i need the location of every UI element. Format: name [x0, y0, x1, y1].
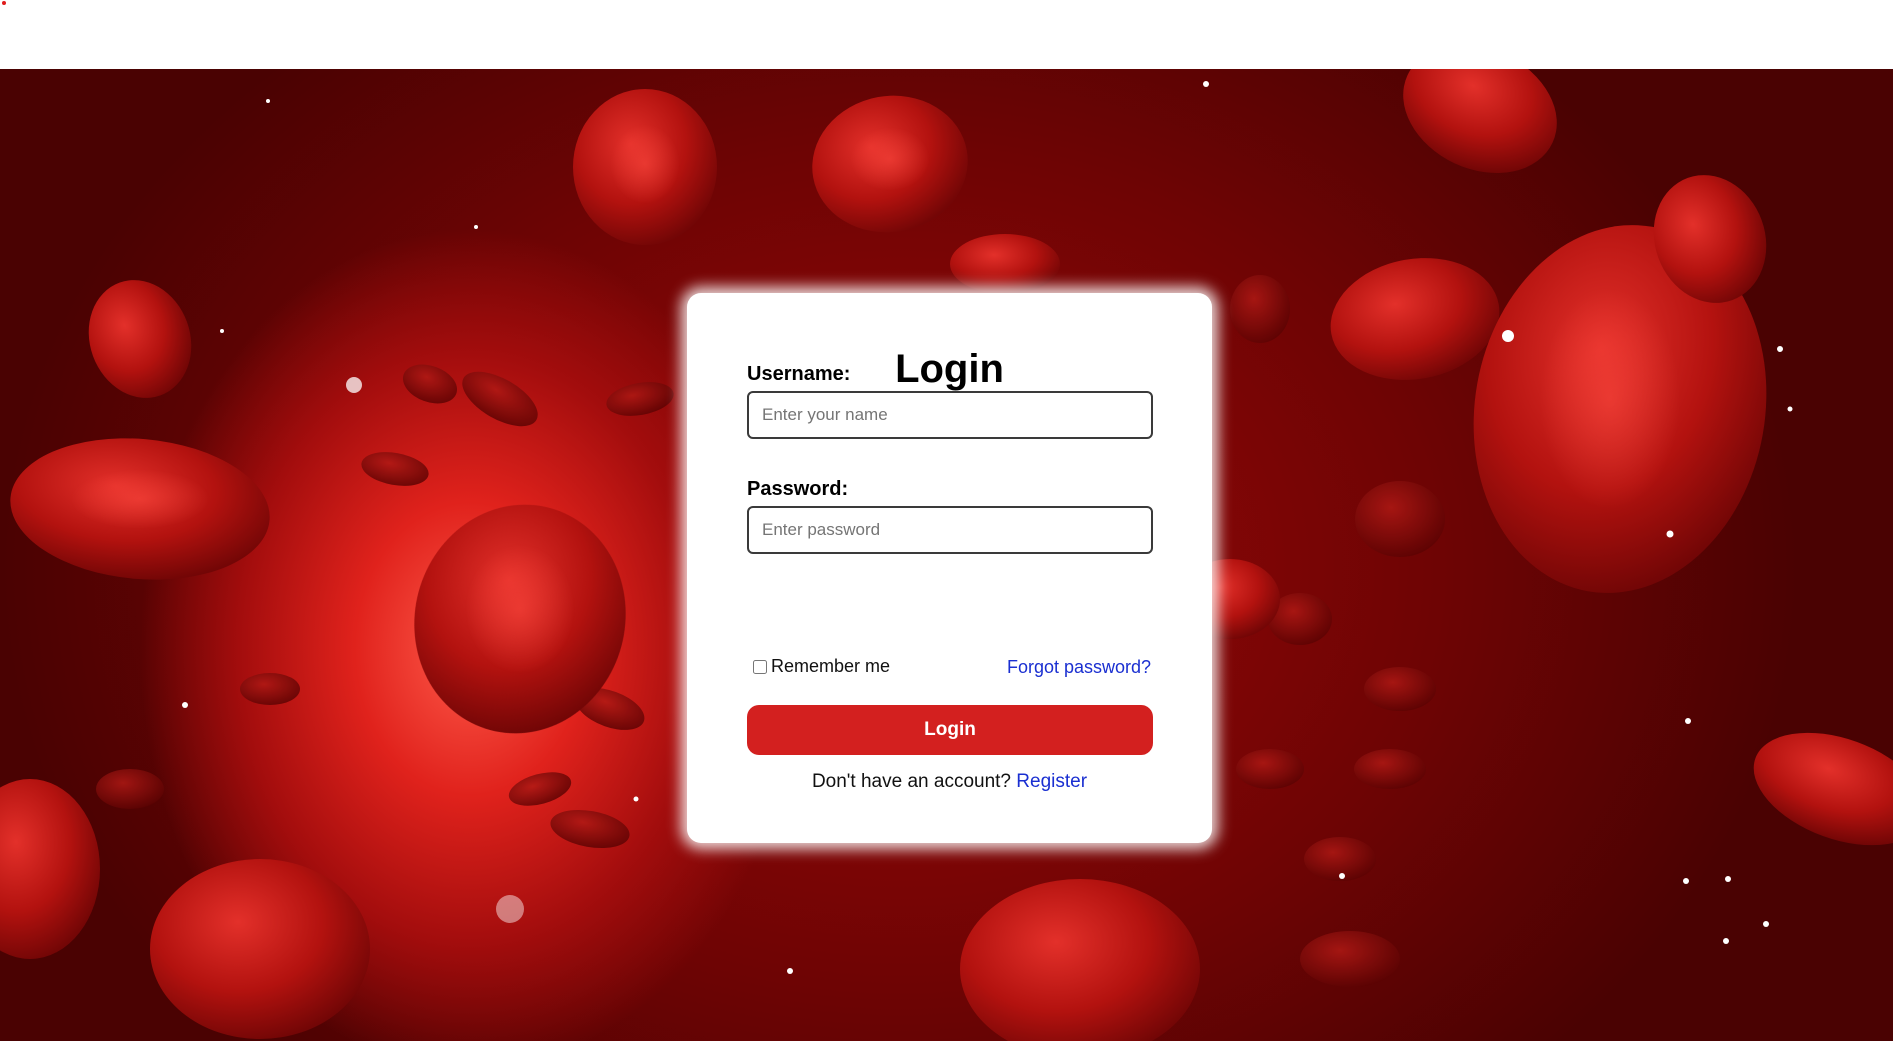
login-card: Login Username: Password: Remember me Fo…	[687, 293, 1212, 843]
top-header-bar	[0, 0, 1893, 69]
username-input[interactable]	[747, 391, 1153, 439]
username-label: Username:	[747, 363, 851, 385]
forgot-password-link[interactable]: Forgot password?	[1007, 657, 1151, 678]
login-button[interactable]: Login	[747, 705, 1153, 755]
register-prompt-text: Don't have an account?	[811, 771, 1011, 792]
red-dot-icon	[2, 1, 6, 5]
password-label: Password:	[747, 478, 849, 500]
register-link[interactable]: Register	[1016, 771, 1087, 792]
remember-me-label: Remember me	[771, 656, 891, 676]
register-prompt-row: Don't have an account? Register	[687, 771, 1212, 793]
password-input[interactable]	[747, 506, 1153, 554]
remember-me-control[interactable]: Remember me	[753, 656, 890, 677]
remember-me-checkbox[interactable]	[753, 659, 767, 674]
